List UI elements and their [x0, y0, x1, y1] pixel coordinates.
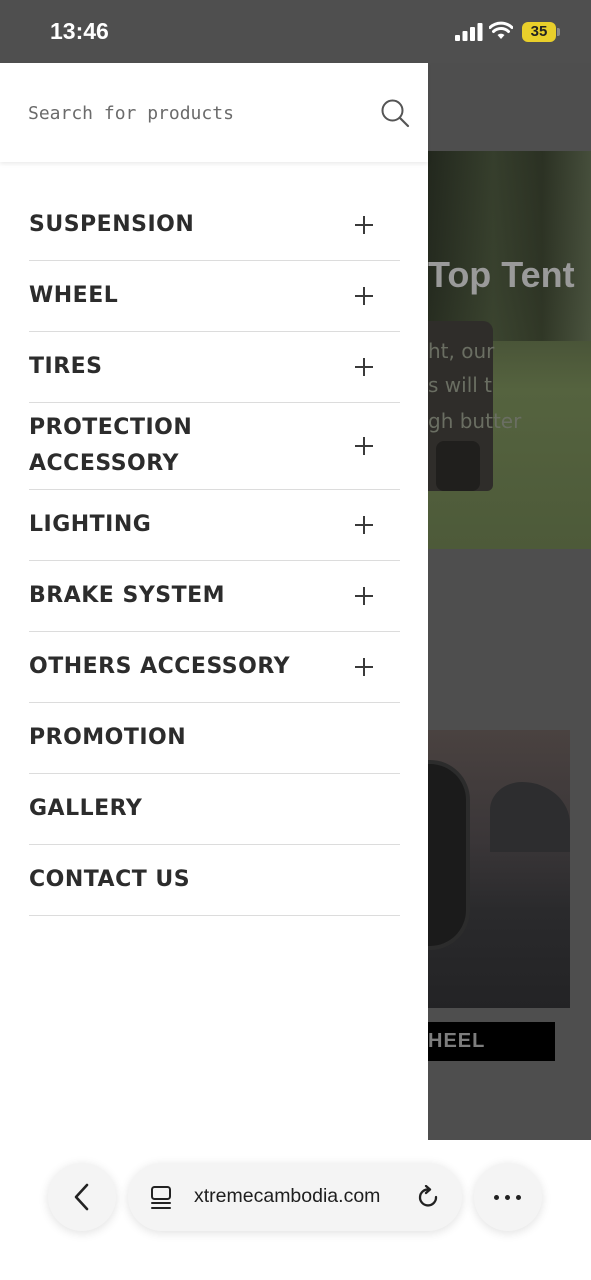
url-text: xtremecambodia.com	[194, 1185, 381, 1207]
hero-text-line: gh butter	[428, 409, 522, 433]
menu-item-suspension[interactable]: SUSPENSION	[29, 190, 400, 261]
menu-item-contact-us[interactable]: CONTACT US	[29, 845, 400, 916]
battery-icon: 35	[522, 22, 560, 42]
wifi-icon	[489, 21, 513, 39]
plus-icon[interactable]	[355, 358, 373, 376]
more-button[interactable]	[474, 1163, 542, 1231]
status-time: 13:46	[50, 18, 109, 44]
reload-icon[interactable]	[417, 1185, 441, 1211]
menu-item-label: GALLERY	[29, 796, 143, 821]
menu-item-brake-system[interactable]: BRAKE SYSTEM	[29, 561, 400, 632]
menu-item-label: OTHERS ACCESSORY	[29, 654, 291, 679]
hero-title: Top Tent	[428, 254, 575, 295]
menu-item-label: PROMOTION	[29, 725, 187, 750]
browser-toolbar: xtremecambodia.com	[0, 1140, 591, 1280]
menu-item-label: BRAKE SYSTEM	[29, 583, 226, 608]
menu-item-label: CONTACT US	[29, 867, 191, 892]
hero-banner-image: Top Tent ht, our s will t gh butter	[428, 151, 591, 549]
drawer-menu: SUSPENSION WHEEL TIRES PROTECTION ACCESS…	[29, 190, 400, 916]
menu-item-label: LIGHTING	[29, 512, 152, 537]
category-card-image	[428, 730, 570, 1008]
menu-item-label: TIRES	[29, 354, 103, 379]
address-bar[interactable]: xtremecambodia.com	[128, 1163, 462, 1231]
menu-item-protection-accessory[interactable]: PROTECTION ACCESSORY	[29, 403, 400, 490]
plus-icon[interactable]	[355, 437, 373, 455]
search-icon[interactable]	[380, 98, 410, 128]
search-input[interactable]	[28, 97, 358, 129]
cellular-signal-icon	[455, 23, 483, 41]
menu-item-label: PROTECTION ACCESSORY	[29, 415, 193, 476]
plus-icon[interactable]	[355, 287, 373, 305]
search-bar	[0, 63, 428, 162]
chevron-left-icon	[74, 1183, 89, 1211]
status-bar: 13:46 35	[0, 0, 591, 63]
menu-item-wheel[interactable]: WHEEL	[29, 261, 400, 332]
menu-item-label: WHEEL	[29, 283, 119, 308]
menu-item-tires[interactable]: TIRES	[29, 332, 400, 403]
category-card-button: HEEL	[428, 1022, 555, 1061]
navigation-drawer: SUSPENSION WHEEL TIRES PROTECTION ACCESS…	[0, 63, 428, 1140]
hero-text-line: s will t	[428, 373, 493, 397]
menu-item-label: SUSPENSION	[29, 212, 195, 237]
plus-icon[interactable]	[355, 658, 373, 676]
menu-item-gallery[interactable]: GALLERY	[29, 774, 400, 845]
menu-item-promotion[interactable]: PROMOTION	[29, 703, 400, 774]
hero-text-line: ht, our	[428, 339, 495, 363]
plus-icon[interactable]	[355, 587, 373, 605]
plus-icon[interactable]	[355, 216, 373, 234]
menu-item-others-accessory[interactable]: OTHERS ACCESSORY	[29, 632, 400, 703]
battery-level: 35	[530, 23, 548, 40]
more-icon	[494, 1195, 499, 1200]
tabs-icon[interactable]	[150, 1186, 174, 1210]
back-button[interactable]	[48, 1163, 116, 1231]
menu-item-lighting[interactable]: LIGHTING	[29, 490, 400, 561]
plus-icon[interactable]	[355, 516, 373, 534]
